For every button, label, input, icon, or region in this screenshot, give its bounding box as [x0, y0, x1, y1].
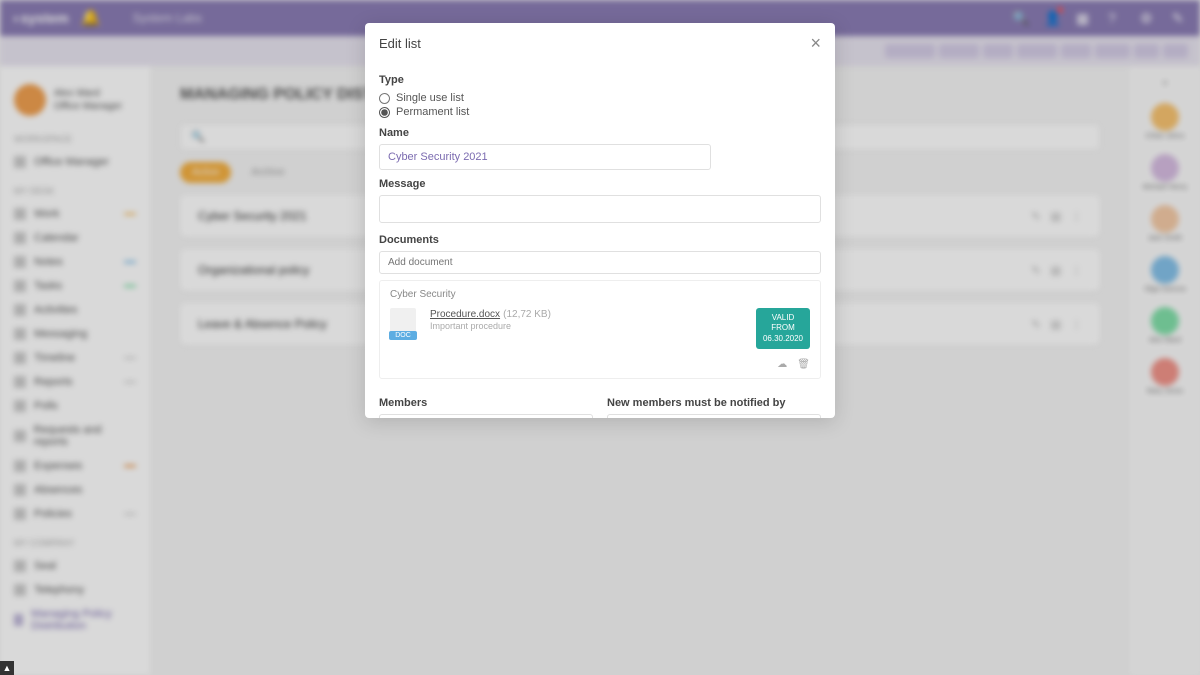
- message-label: Message: [379, 178, 821, 190]
- add-member-input[interactable]: [379, 414, 593, 418]
- name-input[interactable]: [379, 144, 711, 170]
- download-icon[interactable]: ☁: [777, 359, 787, 370]
- documents-label: Documents: [379, 234, 821, 246]
- add-document-input[interactable]: [379, 251, 821, 274]
- modal-backdrop[interactable]: Edit list × Type Single use list Permame…: [0, 0, 1200, 675]
- doc-card-title: Cyber Security: [390, 289, 810, 300]
- edit-list-modal: Edit list × Type Single use list Permame…: [365, 23, 835, 418]
- message-textarea[interactable]: [379, 195, 821, 223]
- notify-select[interactable]: 3 days ▾: [607, 414, 821, 418]
- close-icon[interactable]: ×: [810, 33, 821, 54]
- doc-filesize: (12,72 KB): [503, 309, 551, 320]
- document-card: Cyber Security DOC Procedure.docx (12,72…: [379, 280, 821, 379]
- notify-label: New members must be notified by: [607, 397, 821, 409]
- radio-permanent-input[interactable]: [379, 107, 390, 118]
- doc-description: Important procedure: [430, 321, 742, 331]
- delete-icon[interactable]: 🗑: [797, 359, 810, 370]
- doc-filename[interactable]: Procedure.docx: [430, 309, 500, 320]
- name-label: Name: [379, 127, 821, 139]
- valid-from-badge: VALID FROM 06.30.2020: [756, 308, 810, 349]
- members-label: Members: [379, 397, 593, 409]
- doc-icon: DOC: [390, 308, 416, 340]
- radio-single-use[interactable]: Single use list: [379, 91, 821, 105]
- corner-badge: ▲: [0, 661, 14, 675]
- type-label: Type: [379, 74, 821, 86]
- modal-title: Edit list: [379, 36, 421, 51]
- radio-single-input[interactable]: [379, 93, 390, 104]
- radio-permanent[interactable]: Permament list: [379, 105, 821, 119]
